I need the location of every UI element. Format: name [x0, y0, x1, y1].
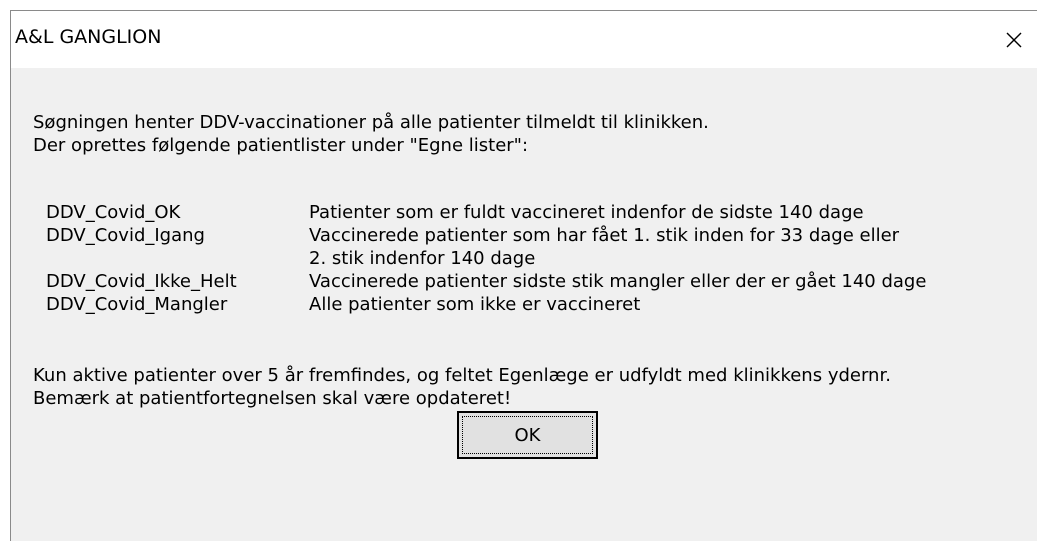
list-name-ikke-helt: DDV_Covid_Ikke_Helt: [46, 271, 237, 292]
close-icon: [1006, 32, 1022, 47]
list-desc-ikke-helt: Vaccinerede patienter sidste stik mangle…: [309, 271, 927, 292]
footer-line-1: Kun aktive patienter over 5 år fremfinde…: [33, 365, 891, 386]
list-name-ok: DDV_Covid_OK: [46, 202, 181, 223]
ok-button-label: OK: [514, 424, 541, 446]
window-title: A&L GANGLION: [15, 26, 162, 48]
list-desc-igang-cont: 2. stik indenfor 140 dage: [309, 248, 536, 269]
ok-button[interactable]: OK: [457, 411, 598, 459]
list-name-igang: DDV_Covid_Igang: [46, 225, 205, 246]
close-button[interactable]: [991, 11, 1037, 68]
list-desc-mangler: Alle patienter som ikke er vaccineret: [309, 294, 641, 315]
list-desc-igang: Vaccinerede patienter som har fået 1. st…: [309, 225, 900, 246]
list-name-mangler: DDV_Covid_Mangler: [46, 294, 228, 315]
dialog-body: Søgningen henter DDV-vaccinationer på al…: [11, 68, 1037, 541]
title-bar: A&L GANGLION: [11, 11, 1037, 68]
intro-line-2: Der oprettes følgende patientlister unde…: [33, 135, 529, 156]
list-desc-ok: Patienter som er fuldt vaccineret indenf…: [309, 202, 864, 223]
message-dialog: A&L GANGLION Søgningen henter DDV-vaccin…: [10, 10, 1037, 541]
intro-line-1: Søgningen henter DDV-vaccinationer på al…: [33, 112, 709, 133]
footer-line-2: Bemærk at patientfortegnelsen skal være …: [33, 388, 512, 409]
